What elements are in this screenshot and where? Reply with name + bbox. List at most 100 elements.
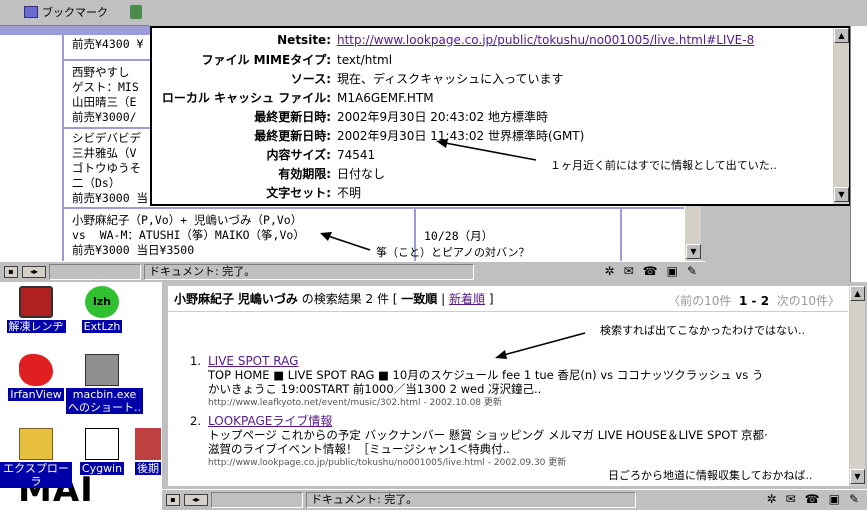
scroll-up-icon[interactable]: ▲ [834,28,849,43]
search-results-page: 小野麻紀子 児嶋いづみ の検索結果 2 件 [ 一致順 | 新着順 ] 〈前の1… [168,286,848,486]
result-number: 1. [190,354,201,368]
desktop-icon-extlzh[interactable]: lzh ExtLzh [66,286,138,333]
pager: 〈前の10件 1 - 2 次の10件〉 [668,292,840,309]
desktop-icon-label: IrfanView [8,388,64,401]
result-url: http://www.leafkyoto.net/event/music/302… [208,398,502,408]
info-value: 日付なし [337,167,386,181]
info-label: 内容サイズ: [266,148,331,162]
table-cell: シビデバビデ 三井雅弘（V ゴトウゆうそ 二（Ds） 前売¥3000 当 [72,131,149,205]
lzh-icon: lzh [85,286,119,318]
table-cell: 10/28（月） [424,229,494,243]
location-icon[interactable] [130,5,142,19]
scroll-down-icon[interactable]: ▼ [686,244,701,259]
info-label: 最終更新日時: [254,110,331,124]
divider [62,35,64,261]
desktop-icon-kaitou[interactable]: 解凍レンヂ [0,286,72,333]
info-row: 最終更新日時: 2002年9月30日 11:43:02 世界標準時(GMT) [152,126,832,145]
front-scrollbar[interactable]: ▲ ▼ [848,286,865,486]
connection-icon: ◂▸ [22,265,46,278]
annotation-note: １ヶ月近く前にはすでに情報として出ていた.. [550,159,777,172]
info-label: ローカル キャッシュ ファイル: [161,91,331,105]
netsite-link[interactable]: http://www.lookpage.co.jp/public/tokushu… [337,33,754,47]
document-info-panel: Netsite: http://www.lookpage.co.jp/publi… [150,26,850,206]
desktop-icon-kouki[interactable]: 後期 [128,428,162,475]
scroll-down-icon[interactable]: ▼ [850,469,865,484]
info-row: ファイル MIMEタイプ: text/html [152,50,832,69]
desktop: new MAI 解凍レンヂ lzh ExtLzh IrfanView macbi… [0,282,162,510]
discussion-icon[interactable]: ☎ [643,264,658,278]
security-icon[interactable]: ▪ [4,265,18,278]
desktop-icon-label: ExtLzh [81,320,123,333]
sort-separator: | [441,292,446,306]
mail-icon[interactable]: ✉ [786,492,796,506]
composer-icon[interactable]: ▣ [667,264,678,278]
info-label: Netsite: [277,32,331,47]
result-title-link[interactable]: LIVE SPOT RAG [208,354,808,368]
status-text: ドキュメント: 完了。 [306,491,636,508]
table-cell: 前売¥4300 ¥ [72,37,144,51]
front-status-bar: ▪ ◂▸ ドキュメント: 完了。 ✲ ✉ ☎ ▣ ✎ [162,489,867,509]
search-title: 小野麻紀子 児嶋いづみ の検索結果 2 件 [ 一致順 | 新着順 ] [168,290,494,307]
mail-icon[interactable]: ✉ [624,264,634,278]
composer-icon[interactable]: ▣ [829,492,840,506]
result-count: の検索結果 2 件 [ [301,292,398,306]
irfanview-icon [19,354,53,386]
cygwin-icon [85,428,119,460]
info-label: 最終更新日時: [254,129,331,143]
desktop-icon-label: 後期 [135,462,161,475]
info-row: 文字セット: 不明 [152,183,832,202]
progress-field [49,263,141,280]
desktop-icon-label: Cygwin [79,462,125,475]
folder-icon [135,428,161,460]
info-scrollbar[interactable]: ▲ ▼ [832,28,849,204]
navigator-icon[interactable]: ✲ [605,264,615,278]
desktop-icon-label: macbin.exe へのショート.. [66,388,143,414]
security-icon[interactable]: ▪ [166,493,180,506]
progress-field [211,491,303,508]
scroll-up-icon[interactable]: ▲ [850,286,865,301]
toolbar-grip[interactable] [0,26,150,35]
info-row: ソース: 現在、ディスクキャッシュに入っています [152,69,832,88]
info-row: Netsite: http://www.lookpage.co.jp/publi… [152,30,832,49]
scroll-down-icon[interactable]: ▼ [834,187,849,202]
result-snippet: TOP HOME ■ LIVE SPOT RAG ■ 10月のスケジュール fe… [208,368,764,396]
desktop-icon-macbin[interactable]: macbin.exe へのショート.. [66,354,143,414]
divider [620,207,622,261]
info-label: 文字セット: [266,186,331,200]
connection-icon: ◂▸ [184,493,208,506]
info-label: 有効期限: [278,167,331,181]
list-item: 2. LOOKPAGEライブ情報 トップページ これからの予定 バックナンバー … [190,414,808,470]
info-row: ローカル キャッシュ ファイル: M1A6GEMF.HTM [152,88,832,107]
query-term: 小野麻紀子 [174,292,235,306]
divider [64,127,150,129]
sort-current: 一致順 [401,292,438,306]
info-label: ファイル MIMEタイプ: [201,53,331,67]
discussion-icon[interactable]: ☎ [805,492,820,506]
info-label: ソース: [290,72,331,86]
desktop-icon-irfanview[interactable]: IrfanView [0,354,72,401]
info-value: 2002年9月30日 20:43:02 地方標準時 [337,110,548,124]
result-number: 2. [190,414,201,428]
bookmark-button[interactable]: ブックマーク [24,4,142,20]
pager-prev: 〈前の10件 [668,294,732,308]
background-window-edge [850,26,867,282]
search-summary: 小野麻紀子 児嶋いづみ の検索結果 2 件 [ 一致順 | 新着順 ] 〈前の1… [168,286,848,312]
result-title-link[interactable]: LOOKPAGEライブ情報 [208,414,808,428]
back-status-bar: ▪ ◂▸ ドキュメント: 完了。 ✲ ✉ ☎ ▣ ✎ [0,261,705,281]
edit-icon[interactable]: ✎ [687,264,697,278]
explorer-icon [19,428,53,460]
status-text: ドキュメント: 完了。 [144,263,474,280]
bookmark-icon [24,6,38,18]
table-cell: 西野やすし ゲスト：MIS 山田晴三（E 前売¥3000/ [72,65,139,124]
back-toolbar: ブックマーク [0,0,150,26]
desktop-icon-explorer[interactable]: エクスプローラ [0,428,72,488]
info-value: text/html [337,52,393,67]
annotation-note: 日ごろから地道に情報収集しておかねば.. [608,469,813,482]
result-snippet: トップページ これからの予定 バックナンバー 懸賞 ショッピング メルマガ LI… [208,428,768,456]
pager-range: 1 - 2 [739,294,770,308]
info-value: 74541 [337,147,376,162]
navigator-icon[interactable]: ✲ [767,492,777,506]
desktop-icon-label: 解凍レンヂ [6,320,66,333]
sort-newest-link[interactable]: 新着順 [449,292,485,306]
edit-icon[interactable]: ✎ [849,492,859,506]
